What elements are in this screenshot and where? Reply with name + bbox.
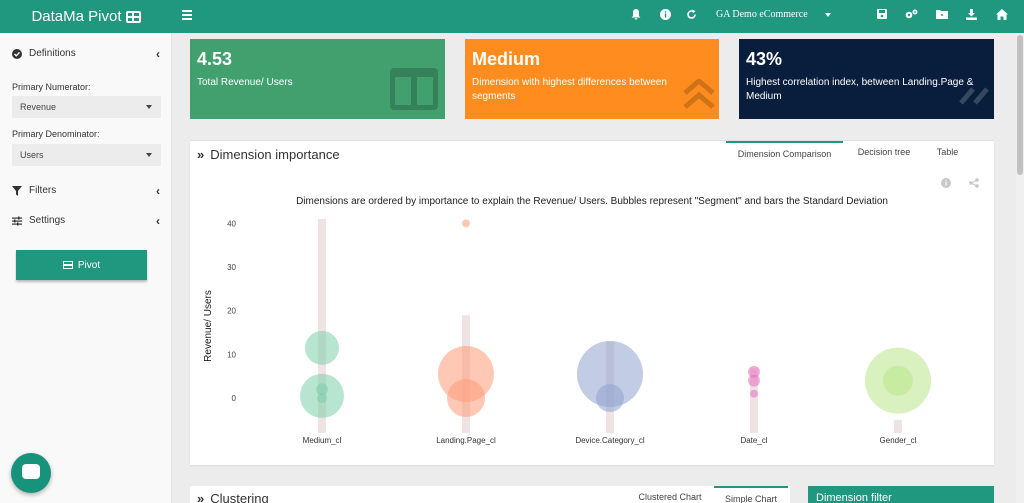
x-tick-label: Date_cl xyxy=(740,436,767,445)
home-icon[interactable] xyxy=(996,9,1008,24)
panel-title: » Dimension importance xyxy=(197,147,340,162)
download-icon[interactable] xyxy=(966,9,977,24)
segment-bubble xyxy=(447,379,485,418)
dropdown-caret-icon xyxy=(146,105,152,109)
brand-name: DataMa Pivot xyxy=(31,8,122,25)
x-tick-label: Landing.Page_cl xyxy=(436,436,496,445)
segment-bubble xyxy=(317,393,327,404)
y-tick-label: 40 xyxy=(227,219,236,228)
share-icon[interactable] xyxy=(969,178,979,191)
y-tick-label: 0 xyxy=(232,394,237,403)
sliders-icon xyxy=(12,216,22,226)
double-chevron-right-icon: » xyxy=(197,147,205,162)
kpi-card-correlation: 43% Highest correlation index, between L… xyxy=(739,39,994,119)
page-scrollbar[interactable] xyxy=(1016,33,1024,503)
y-tick-label: 30 xyxy=(227,263,236,272)
tab-decision-tree[interactable]: Decision tree xyxy=(851,141,917,163)
folder-icon[interactable] xyxy=(936,9,948,23)
filter-icon xyxy=(12,185,22,196)
dataset-label[interactable]: GA Demo eCommerce xyxy=(716,9,808,20)
kpi-label: Highest correlation index, between Landi… xyxy=(746,77,974,102)
filters-label: Filters xyxy=(29,185,57,196)
bell-icon[interactable] xyxy=(631,9,641,24)
info-icon[interactable] xyxy=(660,9,671,24)
x-tick-label: Device.Category_cl xyxy=(575,436,645,445)
primary-denominator-value: Users xyxy=(20,150,44,160)
kpi-value: Medium xyxy=(472,49,541,69)
tab-simple-chart[interactable]: Simple Chart xyxy=(714,486,788,503)
settings-label: Settings xyxy=(29,215,66,226)
x-tick-label: Medium_cl xyxy=(303,436,342,445)
primary-denominator-label: Primary Denominator: xyxy=(12,129,100,139)
double-chevron-up-icon xyxy=(683,79,715,109)
table-icon xyxy=(125,10,141,23)
kpi-value: 43% xyxy=(746,49,783,69)
tab-clustered-chart[interactable]: Clustered Chart xyxy=(630,486,710,503)
primary-denominator-select[interactable]: Users xyxy=(12,144,161,166)
segment-bubble xyxy=(462,219,470,228)
clustering-panel: » Clustering Clustered Chart Simple Chart xyxy=(190,486,790,503)
panel-title-text: Dimension importance xyxy=(210,147,340,162)
primary-numerator-label: Primary Numerator: xyxy=(12,82,91,92)
sidebar: Definitions ‹ Primary Numerator: Revenue… xyxy=(0,33,172,503)
brand-logo[interactable]: DataMa Pivot xyxy=(0,0,172,33)
table-icon xyxy=(62,261,73,269)
dimension-filter-panel[interactable]: Dimension filter xyxy=(808,486,994,503)
chevron-left-icon: ‹ xyxy=(156,213,160,228)
sidebar-item-settings[interactable]: Settings ‹ xyxy=(12,213,160,228)
y-tick-label: 20 xyxy=(227,307,236,316)
clustering-title: » Clustering xyxy=(197,491,269,503)
dimension-importance-panel: » Dimension importance Dimension Compari… xyxy=(190,140,994,465)
dimension-comparison-chart: Dimensions are ordered by importance to … xyxy=(203,196,931,445)
tab-table[interactable]: Table xyxy=(930,141,965,163)
check-circle-icon xyxy=(12,48,22,59)
info-icon[interactable] xyxy=(941,178,951,191)
std-bar xyxy=(894,419,902,433)
chevron-left-icon: ‹ xyxy=(156,46,160,61)
chat-icon[interactable] xyxy=(11,453,51,493)
link-icon xyxy=(959,87,989,105)
columns-icon xyxy=(390,68,438,110)
kpi-label: Dimension with highest differences betwe… xyxy=(472,77,667,102)
menu-toggle-icon[interactable] xyxy=(182,10,192,20)
kpi-value: 4.53 xyxy=(197,49,233,69)
refresh-icon[interactable] xyxy=(686,9,697,24)
y-axis-label: Revenue/ Users xyxy=(203,290,214,362)
primary-numerator-select[interactable]: Revenue xyxy=(12,96,161,118)
y-tick-label: 10 xyxy=(227,350,236,359)
segment-bubble xyxy=(750,389,758,398)
segment-bubble xyxy=(596,384,624,413)
kpi-card-total: 4.53 Total Revenue/ Users xyxy=(190,39,445,119)
pivot-button-label: Pivot xyxy=(77,259,101,271)
dataset-dropdown-icon[interactable] xyxy=(825,13,831,17)
primary-numerator-value: Revenue xyxy=(20,102,57,112)
tab-dimension-comparison[interactable]: Dimension Comparison xyxy=(726,141,843,163)
sidebar-item-filters[interactable]: Filters ‹ xyxy=(12,183,160,198)
segment-bubble xyxy=(748,374,760,387)
scrollbar-thumb[interactable] xyxy=(1017,35,1023,175)
double-chevron-right-icon: » xyxy=(197,491,205,503)
settings-icon[interactable] xyxy=(905,9,918,24)
sidebar-item-definitions[interactable]: Definitions ‹ xyxy=(12,46,160,61)
kpi-card-dimension: Medium Dimension with highest difference… xyxy=(465,39,719,119)
save-icon[interactable] xyxy=(877,9,887,23)
pivot-button[interactable]: Pivot xyxy=(16,250,147,280)
definitions-label: Definitions xyxy=(29,48,76,59)
chevron-left-icon: ‹ xyxy=(156,183,160,198)
clustering-title-text: Clustering xyxy=(210,491,269,503)
top-bar: DataMa Pivot GA Demo eCommerce xyxy=(0,0,1024,33)
dimension-filter-title: Dimension filter xyxy=(816,492,892,503)
x-tick-label: Gender_cl xyxy=(880,436,917,445)
dropdown-caret-icon xyxy=(146,153,152,157)
segment-bubble xyxy=(305,330,339,365)
chart-title: Dimensions are ordered by importance to … xyxy=(296,196,888,207)
segment-bubble xyxy=(883,365,913,396)
